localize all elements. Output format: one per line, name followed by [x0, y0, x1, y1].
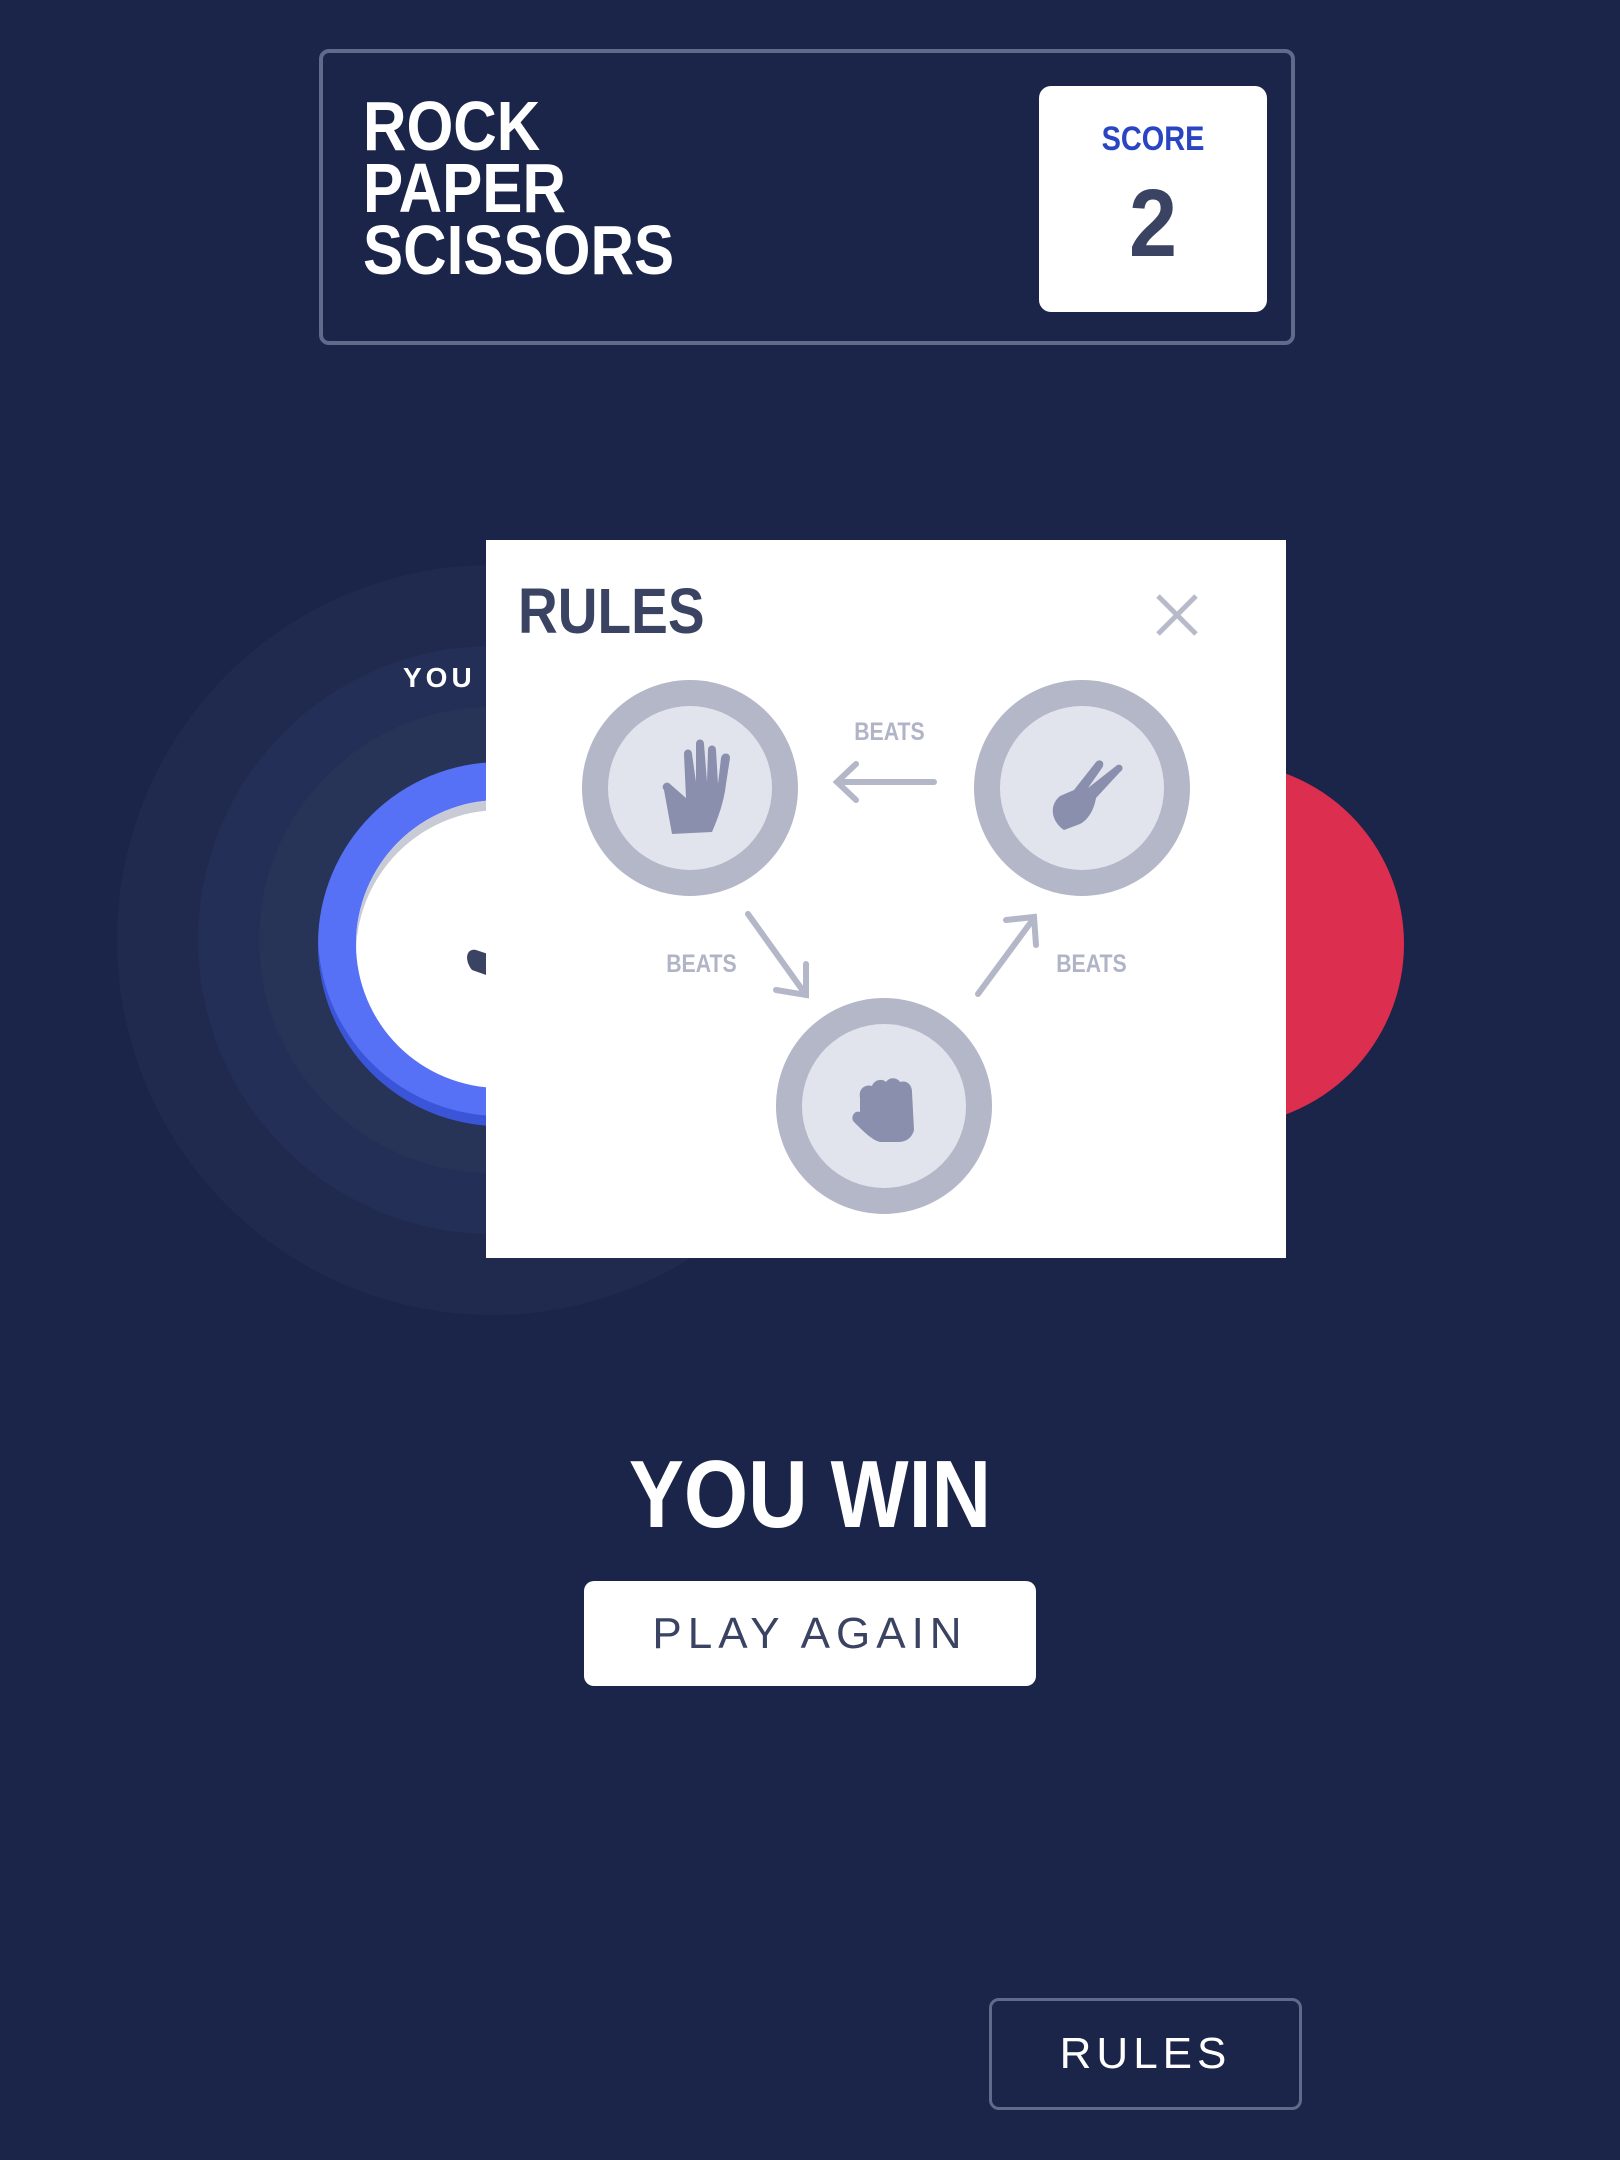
title-line-rock: ROCK: [363, 87, 541, 165]
score-box: SCORE 2: [1039, 86, 1267, 312]
paper-icon: [662, 739, 730, 834]
score-header: ROCK PAPER SCISSORS SCORE 2: [319, 49, 1295, 345]
rules-chip-rock: [776, 998, 992, 1214]
rules-button[interactable]: RULES: [989, 1998, 1302, 2110]
score-value: 2: [1128, 170, 1178, 277]
rules-modal: RULES BEATS BEATS BEATS: [486, 540, 1286, 1258]
title-line-scissors: SCISSORS: [363, 211, 675, 289]
rules-chip-paper: [582, 680, 798, 896]
scissors-icon: [1052, 760, 1123, 830]
arrow-paper-to-rock: [745, 911, 809, 998]
title-line-paper: PAPER: [363, 149, 566, 227]
play-again-button[interactable]: PLAY AGAIN: [584, 1581, 1036, 1686]
arrow-rock-to-scissors: [975, 915, 1037, 997]
result-text: YOU WIN: [628, 1441, 992, 1548]
rock-icon: [852, 1078, 914, 1142]
score-label: SCORE: [1101, 120, 1205, 158]
game-title: ROCK PAPER SCISSORS: [363, 87, 675, 289]
rules-chip-scissors: [974, 680, 1190, 896]
